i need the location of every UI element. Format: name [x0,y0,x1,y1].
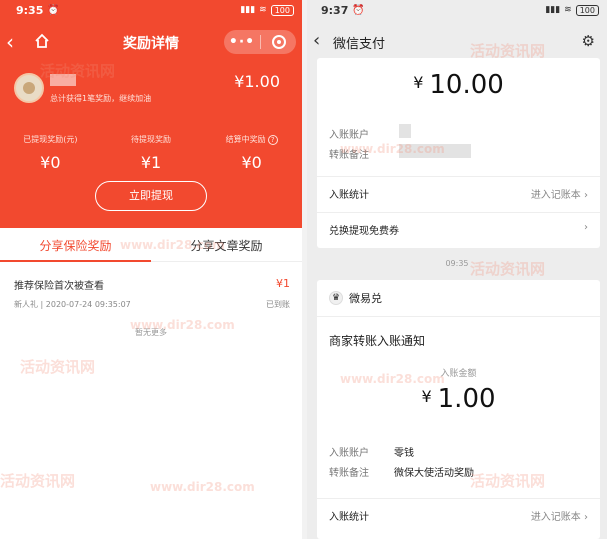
app-name: 微易兑 [349,292,382,305]
record-status: 已到账 [266,300,290,309]
remark-value: 微保大使活动奖励 [394,468,474,479]
stat-pending: 待提现奖励 ¥1 [131,135,171,172]
status-time: 9:37 [321,3,349,17]
stat-settling: 结算中奖励? ¥0 [201,134,302,172]
list-item[interactable]: 推荐保险首次被查看 新人礼 | 2020-07-24 09:35:07 ¥1 已… [14,277,290,310]
stat-withdrawn: 已提现奖励(元) ¥0 [23,135,78,172]
signal-icon: ▮▮▮ [240,5,256,15]
battery-icon: 100 [270,4,294,16]
alarm-icon: ⏰ [47,4,60,16]
username-blurred [50,74,76,86]
reward-tabs: 分享保险奖励 分享文章奖励 [0,232,302,262]
wifi-icon: ≋ [259,5,267,15]
nav-bar: ‹ 微信支付 ⚙ [307,30,607,54]
transfer-amount: ¥10.00 [413,70,504,100]
app-logo-icon: ♛ [329,291,343,305]
chevron-right-icon: › [584,222,588,233]
close-ring-icon [271,35,286,49]
close-miniprogram-button[interactable] [261,35,296,49]
back-icon[interactable]: ‹ [313,30,320,51]
notice-title: 商家转账入账通知 [329,334,426,348]
received-label: 入账金额 [440,369,477,379]
wifi-icon: ≋ [564,5,572,15]
status-bar: 9:37 ⏰ ▮▮▮ ≋ 100 [321,3,599,17]
remark-label: 转账备注 [329,150,369,161]
right-screen: 9:37 ⏰ ▮▮▮ ≋ 100 ‹ 微信支付 ⚙ ¥10.00 入账账户 转账… [307,0,607,539]
avatar [14,73,44,103]
stats-row[interactable]: 入账统计 进入记账本 › [317,498,600,530]
alarm-icon: ⏰ [352,4,365,16]
reward-stats: 已提现奖励(元) ¥0 待提现奖励 ¥1 结算中奖励? ¥0 [0,134,302,172]
remark-blurred [399,144,471,158]
account-blurred [399,124,411,138]
more-button[interactable]: •·• [224,34,260,50]
status-time: 9:35 [16,3,44,17]
battery-icon: 100 [575,4,599,16]
received-amount: ¥1.00 [421,384,496,414]
gear-icon[interactable]: ⚙ [582,32,595,50]
signal-icon: ▮▮▮ [545,5,561,15]
record-subtitle: 新人礼 | 2020-07-24 09:35:07 [14,300,131,309]
withdraw-button[interactable]: 立即提现 [95,181,207,211]
remark-label: 转账备注 [329,468,369,479]
transfer-card: ¥10.00 入账账户 转账备注 入账统计 进入记账本 › 兑换提现免费券 › [317,58,600,248]
record-amount: ¥1 [276,277,290,290]
coupon-row[interactable]: 兑换提现免费券 › [317,212,600,244]
record-title: 推荐保险首次被查看 [14,281,104,292]
no-more-text: 暂无更多 [135,328,167,337]
tab-insurance-reward[interactable]: 分享保险奖励 [0,232,151,262]
message-time: 09:35 [445,259,469,268]
reward-summary: 总计获得1笔奖励，继续加油 [50,94,152,103]
total-reward: ¥1.00 [234,72,280,91]
account-label: 入账账户 [329,448,369,459]
chevron-right-icon: › [584,190,588,201]
nav-bar: ‹ 奖励详情 •·• [0,28,302,58]
tab-article-reward[interactable]: 分享文章奖励 [151,232,302,261]
help-icon[interactable]: ? [267,134,278,145]
stats-row[interactable]: 入账统计 进入记账本 › [317,176,600,208]
page-title: 微信支付 [333,37,386,52]
status-bar: 9:35 ⏰ ▮▮▮ ≋ 100 [16,3,294,17]
account-value: 零钱 [394,448,414,459]
miniprogram-capsule: •·• [224,30,296,54]
account-label: 入账账户 [329,130,369,141]
notice-card: ♛ 微易兑 商家转账入账通知 入账金额 ¥1.00 入账账户 零钱 转账备注 微… [317,280,600,539]
chevron-right-icon: › [584,512,588,523]
reward-header: 9:35 ⏰ ▮▮▮ ≋ 100 ‹ 奖励详情 •·• 总计获得1笔奖励，继续加… [0,0,302,228]
left-screen: 9:35 ⏰ ▮▮▮ ≋ 100 ‹ 奖励详情 •·• 总计获得1笔奖励，继续加… [0,0,302,539]
